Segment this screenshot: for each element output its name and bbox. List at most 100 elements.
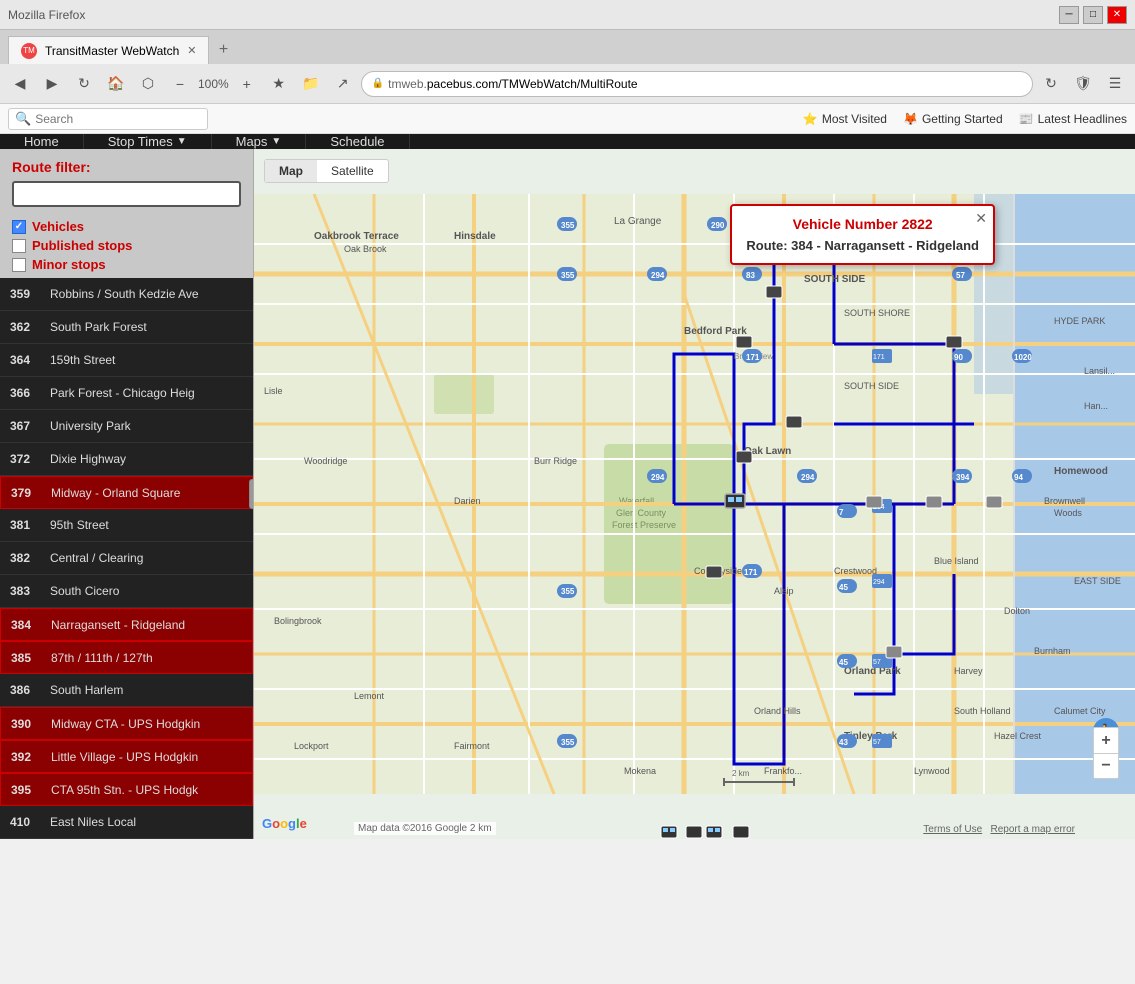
search-box[interactable]: 🔍 [8,108,208,130]
latest-headlines-link[interactable]: 📰 Latest Headlines [1019,112,1127,126]
svg-text:SOUTH SIDE: SOUTH SIDE [844,381,899,391]
route-item-366[interactable]: 366Park Forest - Chicago Heig [0,377,253,410]
search-input[interactable] [35,112,201,126]
report-link[interactable]: Report a map error [991,824,1075,835]
title-bar-controls: ─ □ ✕ [1059,6,1127,24]
route-item-359[interactable]: 359Robbins / South Kedzie Ave [0,278,253,311]
vehicles-checkbox[interactable] [12,220,26,234]
route-item-381[interactable]: 38195th Street [0,509,253,542]
forward-button[interactable]: ▶ [38,70,66,98]
route-filter-input[interactable] [12,181,241,207]
nav-stop-times[interactable]: Stop Times ▼ [84,134,212,149]
svg-text:171: 171 [744,568,758,577]
back-button[interactable]: ◀ [6,70,34,98]
tab-close-button[interactable]: ✕ [187,44,196,57]
minimize-button[interactable]: ─ [1059,6,1079,24]
navigation-bar: Home Stop Times ▼ Maps ▼ Schedule [0,134,1135,149]
svg-text:Woodridge: Woodridge [304,456,347,466]
route-item-372[interactable]: 372Dixie Highway [0,443,253,476]
svg-text:Glen County: Glen County [616,508,667,518]
map-attribution: Map data ©2016 Google 2 km [354,822,496,835]
active-tab[interactable]: TM TransitMaster WebWatch ✕ [8,36,209,64]
nav-schedule[interactable]: Schedule [306,134,409,149]
svg-text:Lisle: Lisle [264,386,283,396]
route-label: Route: [746,238,787,253]
route-item-364[interactable]: 364159th Street [0,344,253,377]
svg-text:57: 57 [873,739,881,746]
zoom-in-button[interactable]: + [1093,727,1119,753]
route-item-392[interactable]: 392Little Village - UPS Hodgkin [0,740,253,773]
map-tab-map[interactable]: Map [265,160,317,182]
navigation-toolbar: ◀ ▶ ↻ 🏠 ⬡ − 100% + ★ 📁 ↗ 🔒 tmweb.pacebus… [0,64,1135,104]
zoom-out-btn[interactable]: − [166,70,194,98]
maximize-button[interactable]: □ [1083,6,1103,24]
route-number: 362 [10,320,40,334]
menu-button[interactable]: ☰ [1101,70,1129,98]
minor-stops-checkbox[interactable] [12,258,26,272]
svg-text:43: 43 [839,738,848,747]
zoom-out-button[interactable]: − [1093,753,1119,779]
address-bar[interactable]: 🔒 tmweb.pacebus.com/TMWebWatch/MultiRout… [361,71,1033,97]
route-item-395[interactable]: 395CTA 95th Stn. - UPS Hodgk [0,773,253,806]
zoom-in-btn[interactable]: + [233,70,261,98]
map-tab-satellite[interactable]: Satellite [317,160,388,182]
svg-text:57: 57 [956,271,965,280]
route-item-410[interactable]: 410 East Niles Local [0,806,253,839]
share-btn[interactable]: ↗ [329,70,357,98]
route-number: 379 [11,486,41,500]
svg-text:171: 171 [873,354,885,361]
refresh-address-button[interactable]: ↻ [1037,70,1065,98]
downloads-btn[interactable]: 📁 [297,70,325,98]
route-item-390[interactable]: 390Midway CTA - UPS Hodgkin [0,707,253,740]
bookmarks-btn[interactable]: ★ [265,70,293,98]
home-button[interactable]: ⬡ [134,70,162,98]
svg-text:Lemont: Lemont [354,691,385,701]
route-name: 87th / 111th / 127th [51,651,242,665]
route-item-379[interactable]: 379Midway - Orland Square [0,476,253,509]
nav-maps[interactable]: Maps ▼ [212,134,307,149]
svg-text:290: 290 [711,221,725,230]
route-name: East Niles Local [50,815,243,829]
svg-text:Lynwood: Lynwood [914,766,950,776]
rss-icon: 📰 [1019,112,1034,126]
route-item-362[interactable]: 362South Park Forest [0,311,253,344]
sidebar: Route filter: Vehicles Published stops M… [0,149,254,839]
svg-text:7: 7 [839,508,844,517]
svg-text:Hinsdale: Hinsdale [454,231,496,242]
svg-text:Mokena: Mokena [624,766,656,776]
svg-text:294: 294 [801,473,815,482]
route-number: 410 [10,815,40,829]
route-item-386[interactable]: 386South Harlem [0,674,253,707]
svg-text:Calumet City: Calumet City [1054,706,1106,716]
svg-text:2 km: 2 km [732,769,750,778]
route-item-384[interactable]: 384Narragansett - Ridgeland [0,608,253,641]
filter-checkboxes: Vehicles Published stops Minor stops [0,213,253,278]
terms-link[interactable]: Terms of Use [923,824,982,835]
route-name: South Cicero [50,584,243,598]
new-tab-button[interactable]: + [209,36,237,64]
route-item-367[interactable]: 367University Park [0,410,253,443]
svg-text:Darien: Darien [454,496,481,506]
published-stops-checkbox-row[interactable]: Published stops [12,238,241,253]
most-visited-link[interactable]: ⭐ Most Visited [803,112,887,126]
stop-button[interactable]: 🏠 [102,70,130,98]
svg-text:SOUTH SHORE: SOUTH SHORE [844,308,910,318]
svg-text:Orland Park: Orland Park [844,666,901,677]
route-item-385[interactable]: 38587th / 111th / 127th [0,641,253,674]
route-number: 392 [11,750,41,764]
nav-home[interactable]: Home [0,134,84,149]
popup-close-button[interactable]: ✕ [975,210,987,227]
reload-button[interactable]: ↻ [70,70,98,98]
route-number: 367 [10,419,40,433]
route-item-383[interactable]: 383South Cicero [0,575,253,608]
vehicles-checkbox-row[interactable]: Vehicles [12,219,241,234]
route-number: 395 [11,783,41,797]
route-filter-section: Route filter: [0,149,253,213]
route-item-382[interactable]: 382Central / Clearing [0,542,253,575]
minor-stops-checkbox-row[interactable]: Minor stops [12,257,241,272]
route-number: 382 [10,551,40,565]
getting-started-link[interactable]: 🦊 Getting Started [903,112,1003,126]
published-stops-checkbox[interactable] [12,239,26,253]
nav-maps-label: Maps ▼ [236,134,282,149]
close-button[interactable]: ✕ [1107,6,1127,24]
